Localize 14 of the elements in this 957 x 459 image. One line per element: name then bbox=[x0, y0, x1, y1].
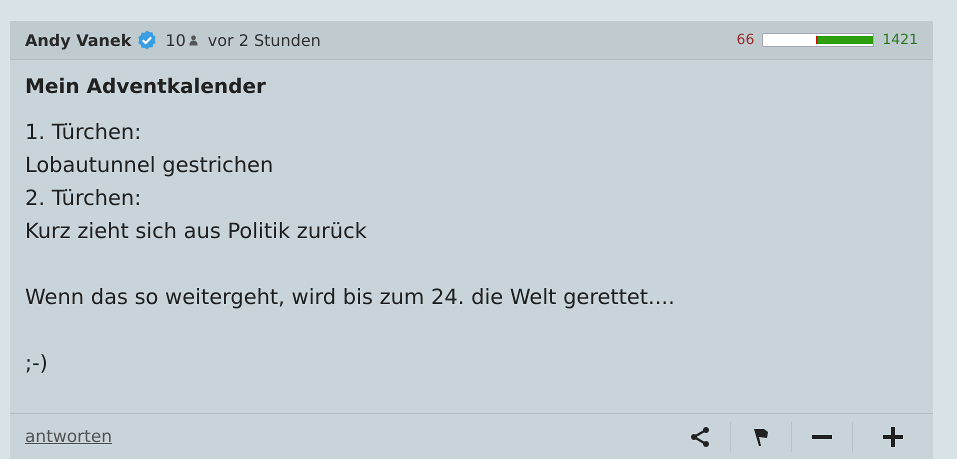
positive-votes: 1421 bbox=[882, 32, 918, 48]
share-icon bbox=[689, 426, 711, 448]
comment-paragraph: ;-) bbox=[25, 350, 49, 378]
comment-paragraph: Wenn das so weitergeht, wird bis zum 24. die Welt gerettet.... bbox=[25, 284, 676, 312]
post-time: vor 2 Stunden bbox=[208, 30, 321, 50]
comment-title: Mein Adventkalender bbox=[25, 74, 267, 98]
negative-votes: 66 bbox=[736, 32, 754, 48]
minus-icon bbox=[811, 434, 833, 439]
reply-link[interactable]: antworten bbox=[25, 426, 112, 447]
author-name[interactable]: Andy Vanek bbox=[25, 30, 132, 50]
plus-icon bbox=[882, 426, 904, 448]
person-icon bbox=[188, 34, 198, 46]
comment-paragraph: 1. Türchen: Lobautunnel gestrichen 2. Türchen: Kurz zieht sich aus Politik zurück bbox=[25, 119, 368, 246]
follower-count: 10 bbox=[165, 30, 186, 50]
